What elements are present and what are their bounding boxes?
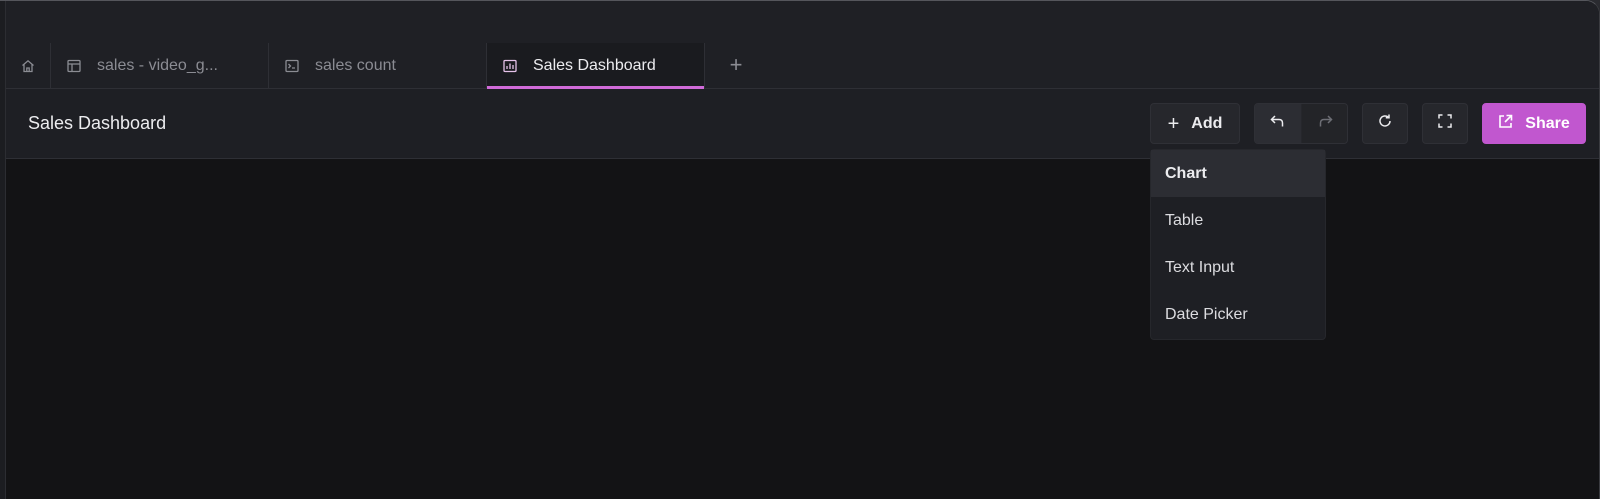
tab-label: sales count xyxy=(315,57,396,74)
new-tab-button[interactable]: + xyxy=(725,54,747,77)
add-button[interactable]: + Add xyxy=(1150,103,1240,144)
title-bar xyxy=(0,1,1599,43)
fullscreen-button[interactable] xyxy=(1422,103,1468,144)
redo-button[interactable] xyxy=(1302,104,1347,143)
menu-item-date-picker[interactable]: Date Picker xyxy=(1151,291,1325,338)
dashboard-canvas xyxy=(6,160,1599,499)
menu-item-text-input[interactable]: Text Input xyxy=(1151,244,1325,291)
tab-sales-count[interactable]: sales count xyxy=(269,43,487,89)
app-window: sales - video_g... sales count Sales Das… xyxy=(0,0,1600,499)
tab-home[interactable] xyxy=(6,43,51,89)
fullscreen-icon xyxy=(1437,113,1453,134)
undo-redo-group xyxy=(1254,103,1348,144)
redo-icon xyxy=(1317,114,1333,133)
external-link-icon xyxy=(1498,114,1513,134)
menu-item-table[interactable]: Table xyxy=(1151,197,1325,244)
add-button-label: Add xyxy=(1191,114,1223,132)
home-icon xyxy=(21,59,35,73)
undo-button[interactable] xyxy=(1255,104,1301,143)
page-title: Sales Dashboard xyxy=(28,113,167,133)
share-button[interactable]: Share xyxy=(1482,103,1586,144)
menu-item-chart[interactable]: Chart xyxy=(1151,150,1325,197)
table-icon xyxy=(67,59,81,73)
tab-label: Sales Dashboard xyxy=(533,57,656,74)
undo-icon xyxy=(1270,114,1286,133)
plus-icon: + xyxy=(1167,112,1180,135)
tab-bar: sales - video_g... sales count Sales Das… xyxy=(6,43,1599,89)
share-button-label: Share xyxy=(1525,114,1570,132)
tab-label: sales - video_g... xyxy=(97,57,218,74)
refresh-button[interactable] xyxy=(1362,103,1408,144)
chart-icon xyxy=(503,59,517,73)
terminal-icon xyxy=(285,59,299,73)
refresh-icon xyxy=(1377,113,1393,134)
add-menu: Chart Table Text Input Date Picker xyxy=(1150,149,1326,340)
tab-sales-dashboard[interactable]: Sales Dashboard xyxy=(487,43,705,89)
tab-sales-video-games[interactable]: sales - video_g... xyxy=(51,43,269,89)
dashboard-header: Sales Dashboard + Add Share xyxy=(6,89,1599,159)
window-left-edge xyxy=(0,1,6,499)
